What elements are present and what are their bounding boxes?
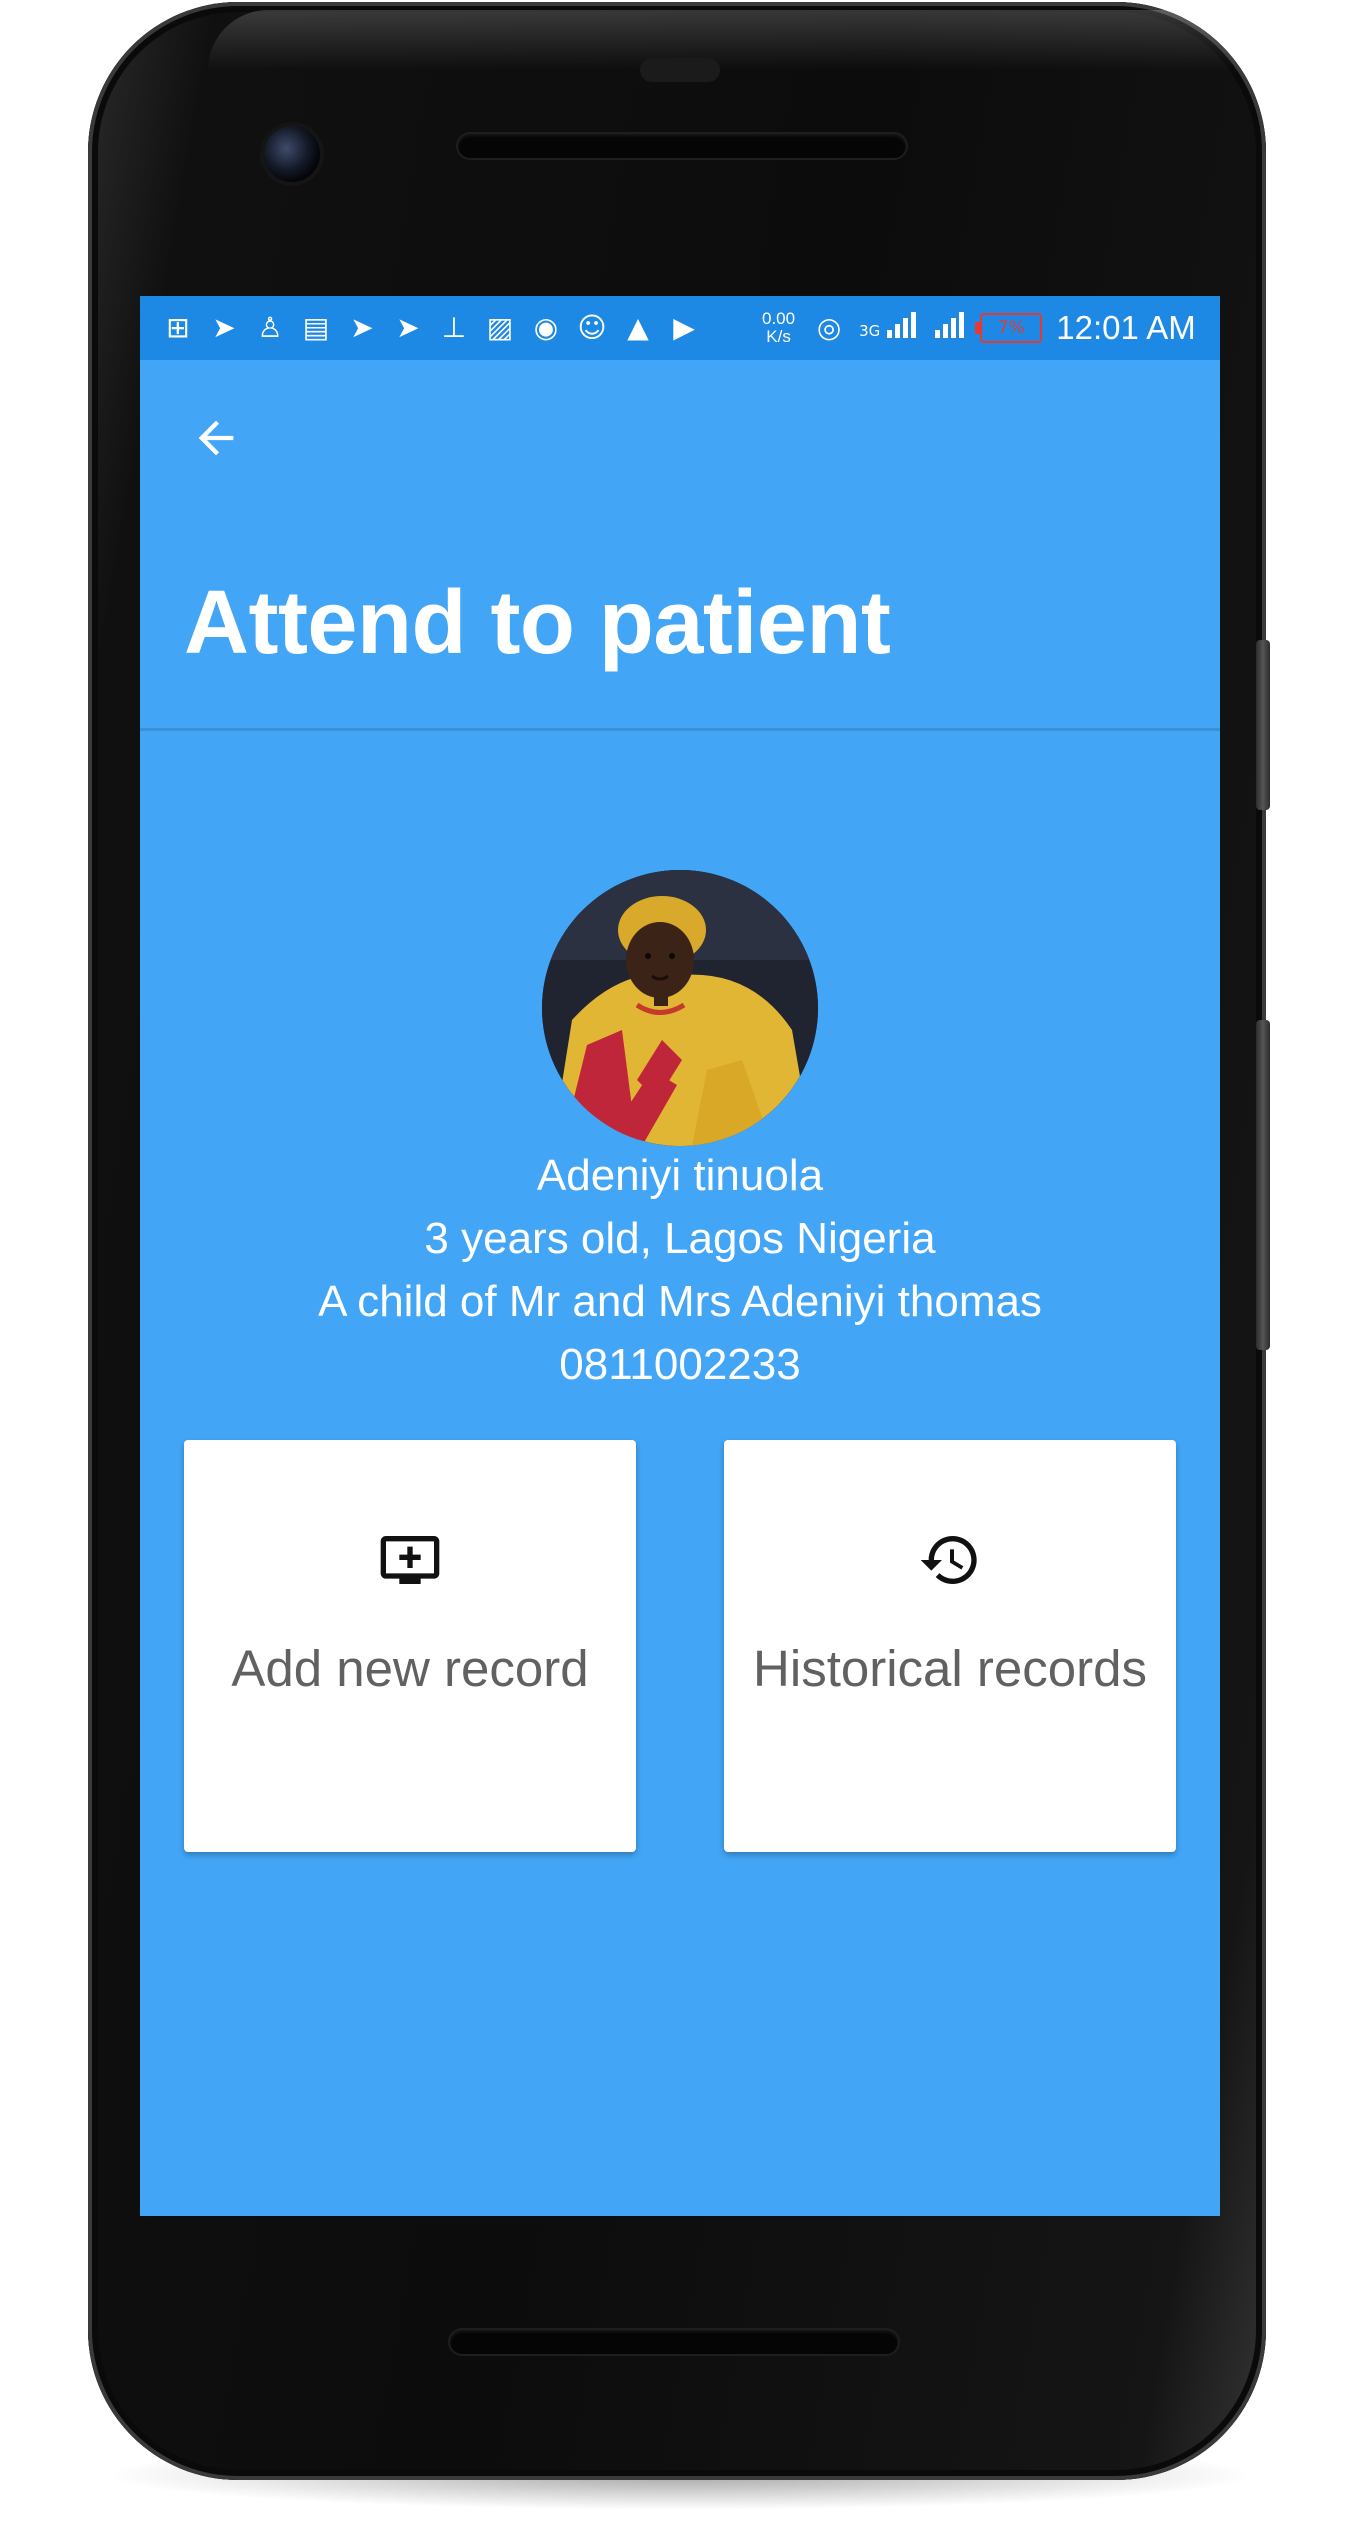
add-new-record-card[interactable]: Add new record bbox=[184, 1440, 636, 1852]
cleaner-icon: ⊥ bbox=[441, 311, 467, 344]
patient-parents: A child of Mr and Mrs Adeniyi thomas bbox=[318, 1277, 1042, 1326]
warning-icon: ▲ bbox=[627, 311, 649, 344]
patient-avatar[interactable] bbox=[542, 870, 818, 1146]
battery-indicator: 7% bbox=[975, 313, 1043, 343]
back-button[interactable] bbox=[182, 404, 250, 472]
patient-info: Adeniyi tinuola 3 years old, Lagos Niger… bbox=[140, 1144, 1220, 1396]
phone-gloss bbox=[208, 10, 1318, 70]
hotspot-icon: ◎ bbox=[816, 311, 842, 344]
message-icon: ▤ bbox=[302, 311, 330, 344]
telegram-icon: ➤ bbox=[396, 311, 420, 344]
bottom-speaker-grille bbox=[450, 2330, 898, 2354]
avatar-photo bbox=[542, 870, 818, 1146]
page-title: Attend to patient bbox=[184, 573, 891, 673]
volume-button bbox=[1256, 1020, 1270, 1350]
history-icon bbox=[920, 1536, 977, 1584]
patient-name: Adeniyi tinuola bbox=[536, 1151, 824, 1200]
system-icons: ◎ 3G 7% bbox=[811, 310, 1043, 346]
app-bar: Attend to patient bbox=[140, 360, 1220, 731]
top-speaker-grille bbox=[458, 134, 906, 158]
historical-records-label: Historical records bbox=[753, 1640, 1147, 1697]
power-button bbox=[1256, 640, 1270, 810]
youtube-icon: ▶ bbox=[673, 311, 695, 344]
add-box-icon: ⊞ bbox=[166, 311, 190, 344]
historical-records-card[interactable]: Historical records bbox=[724, 1440, 1176, 1852]
arrow-back-icon bbox=[198, 420, 234, 456]
front-camera bbox=[264, 126, 320, 182]
add-new-record-label: Add new record bbox=[231, 1640, 589, 1697]
telegram-icon: ➤ bbox=[350, 311, 374, 344]
signal-icon bbox=[884, 310, 920, 346]
notification-icons: ⊞ ➤ ♙ ▤ ➤ ➤ ⊥ ▨ ◉ ☺ ▲ ▶ bbox=[160, 310, 702, 346]
status-clock: 12:01 AM bbox=[1056, 309, 1196, 346]
network-speed-unit: K/s bbox=[766, 327, 791, 346]
earpiece-slot bbox=[640, 58, 720, 82]
network-type: 3G bbox=[859, 322, 881, 340]
broadcast-icon: ◉ bbox=[533, 311, 559, 344]
network-speed-value: 0.00 bbox=[762, 309, 796, 328]
patient-phone: 0811002233 bbox=[559, 1340, 801, 1389]
patient-age-location: 3 years old, Lagos Nigeria bbox=[424, 1214, 936, 1263]
add-to-queue-icon bbox=[380, 1536, 440, 1584]
network-speed: 0.00 K/s bbox=[762, 310, 795, 346]
smiley-icon: ☺ bbox=[577, 311, 607, 344]
signal-icon bbox=[932, 310, 968, 346]
image-icon: ▨ bbox=[486, 311, 514, 344]
shirt-icon: ♙ bbox=[257, 311, 283, 344]
status-bar: ⊞ ➤ ♙ ▤ ➤ ➤ ⊥ ▨ ◉ ☺ ▲ ▶ 0.00 K/s ◎ 3G 7%… bbox=[140, 296, 1220, 360]
telegram-icon: ➤ bbox=[212, 311, 236, 344]
app-screen: ⊞ ➤ ♙ ▤ ➤ ➤ ⊥ ▨ ◉ ☺ ▲ ▶ 0.00 K/s ◎ 3G 7%… bbox=[140, 296, 1220, 2216]
